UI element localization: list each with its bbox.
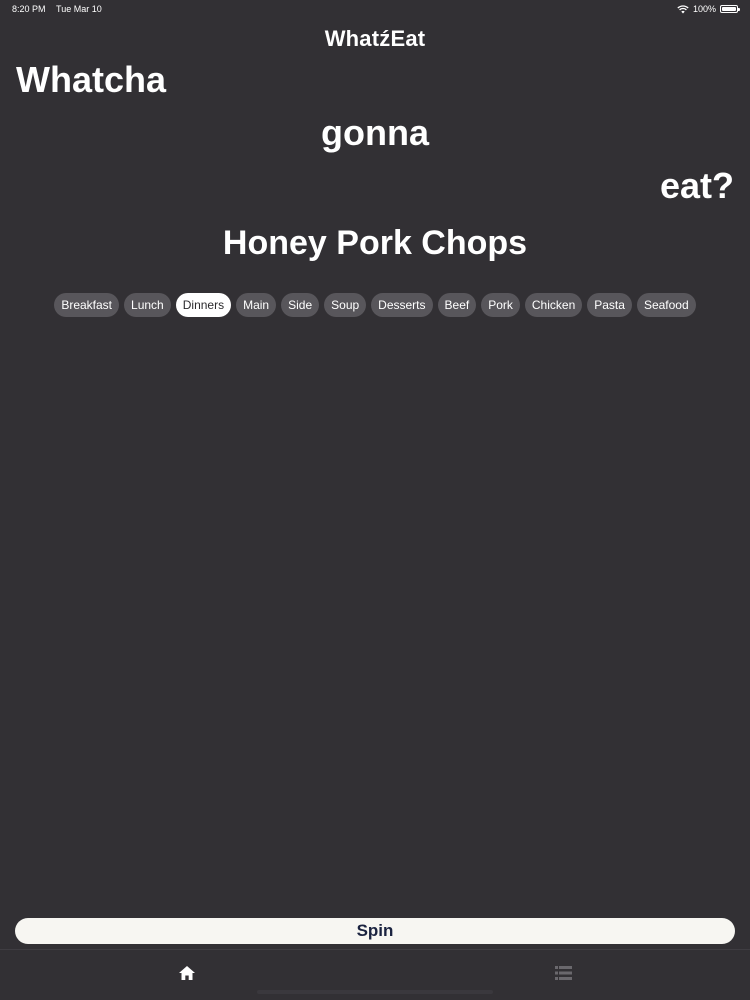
tab-home[interactable] (167, 958, 207, 988)
status-time: 8:20 PM (12, 4, 46, 14)
category-chip-lunch[interactable]: Lunch (124, 293, 171, 317)
spin-button[interactable]: Spin (15, 918, 735, 944)
category-chip-chicken[interactable]: Chicken (524, 293, 583, 317)
heading-word-eat: eat? (659, 165, 734, 206)
category-chips: Breakfast Lunch Dinners Main Side Soup Dessert… (0, 293, 750, 317)
heading-word-whatcha: Whatcha (16, 59, 167, 100)
home-indicator (257, 990, 493, 994)
category-chip-dinners[interactable]: Dinners (175, 293, 232, 317)
app-screen: 8:20 PM Tue Mar 10 100% WhatźEat Whatcha… (0, 0, 750, 1000)
heading-word-gonna: gonna (321, 112, 429, 153)
list-icon (554, 966, 572, 980)
result-title: Honey Pork Chops (222, 224, 528, 262)
status-date: Tue Mar 10 (56, 4, 102, 14)
wifi-icon (677, 4, 689, 13)
battery-icon (720, 5, 740, 13)
category-chip-pasta[interactable]: Pasta (587, 293, 632, 317)
app-logo: WhatźEat (324, 26, 426, 51)
category-chip-pork[interactable]: Pork (481, 293, 520, 317)
home-icon (179, 966, 195, 980)
category-chip-beef[interactable]: Beef (437, 293, 477, 317)
category-chip-seafood[interactable]: Seafood (636, 293, 696, 317)
category-chip-desserts[interactable]: Desserts (371, 293, 433, 317)
status-bar: 8:20 PM Tue Mar 10 100% (0, 0, 750, 18)
status-right: 100% (677, 4, 740, 14)
category-chip-main[interactable]: Main (236, 293, 277, 317)
battery-percent: 100% (692, 4, 716, 14)
tab-bar (0, 949, 750, 1000)
category-chip-soup[interactable]: Soup (324, 293, 367, 317)
tab-list[interactable] (543, 958, 583, 988)
category-chip-breakfast[interactable]: Breakfast (54, 293, 120, 317)
category-chip-side[interactable]: Side (281, 293, 320, 317)
status-left: 8:20 PM Tue Mar 10 (12, 4, 102, 14)
